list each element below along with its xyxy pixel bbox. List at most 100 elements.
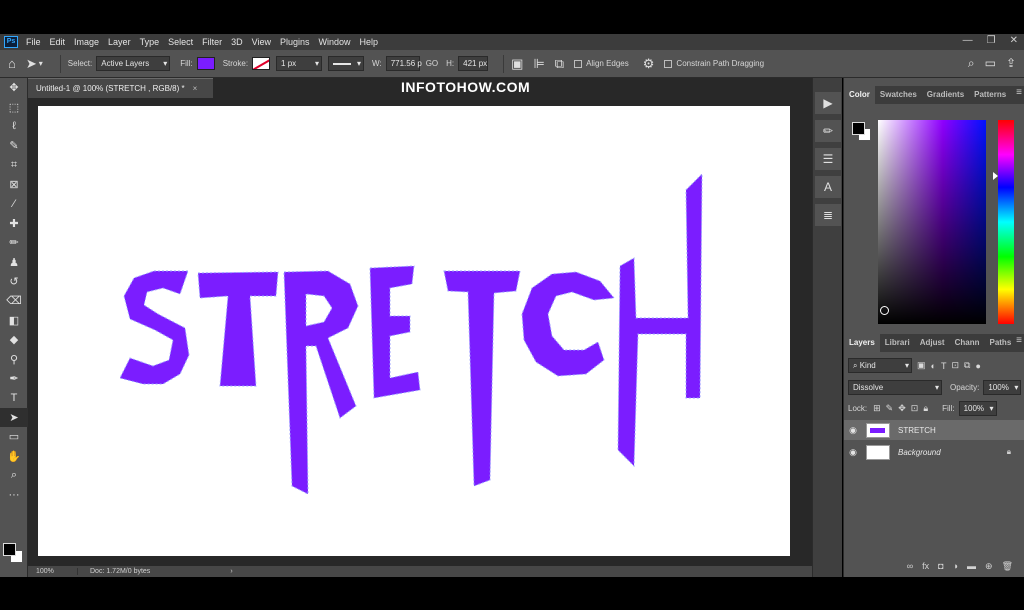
eyedropper-tool-icon[interactable]: ⁄ [0, 194, 28, 213]
chevron-down-icon[interactable]: ▾ [39, 59, 43, 68]
eye-icon[interactable]: ◉ [844, 447, 862, 458]
tab-libraries[interactable]: Librari [880, 334, 915, 352]
close-window-icon[interactable]: ✕ [1010, 35, 1018, 46]
direct-selection-tool-icon[interactable]: ➤ [0, 407, 28, 428]
width-input[interactable]: 771.56 p [385, 56, 422, 71]
tab-channels[interactable]: Chann [950, 334, 985, 352]
healing-brush-tool-icon[interactable]: ✚ [0, 214, 28, 233]
link-layers-icon[interactable]: ∞ [907, 561, 913, 575]
hue-slider-handle[interactable] [993, 172, 998, 180]
share-icon[interactable]: ⇪ [1006, 56, 1016, 71]
blur-tool-icon[interactable]: ◆ [0, 330, 28, 349]
brush-tool-icon[interactable]: ✏ [0, 233, 28, 252]
select-dropdown[interactable]: Active Layers [96, 56, 171, 71]
menu-select[interactable]: Select [168, 37, 193, 47]
restore-icon[interactable]: ❐ [987, 35, 996, 46]
menu-view[interactable]: View [252, 37, 271, 47]
zoom-level[interactable]: 100% [28, 568, 78, 575]
menu-plugins[interactable]: Plugins [280, 37, 310, 47]
home-icon[interactable]: ⌂ [8, 56, 16, 71]
lasso-tool-icon[interactable]: ℓ [0, 117, 28, 136]
status-chevron-icon[interactable]: › [230, 568, 232, 575]
pen-tool-icon[interactable]: ✒ [0, 369, 28, 388]
filter-toggle-icon[interactable]: ● [975, 361, 980, 371]
workspace-icon[interactable]: ▭ [985, 56, 996, 71]
lock-transparent-icon[interactable]: ⊞ [873, 403, 881, 414]
paragraph-settings-icon[interactable]: ≣ [815, 204, 841, 226]
delete-layer-icon[interactable]: 🗑︎ [1002, 561, 1013, 575]
pixel-filter-icon[interactable]: ▣ [917, 360, 926, 371]
tab-swatches[interactable]: Swatches [875, 86, 922, 104]
fill-color-swatch[interactable] [196, 57, 215, 70]
color-panel-menu-icon[interactable]: ≡ [1016, 87, 1022, 98]
menu-file[interactable]: File [26, 37, 41, 47]
document-tab[interactable]: Untitled-1 @ 100% (STRETCH , RGB/8) * × [28, 78, 213, 98]
canvas[interactable] [38, 106, 790, 556]
color-panel-foreground-swatch[interactable] [852, 122, 865, 135]
tab-color[interactable]: Color [844, 86, 875, 104]
quick-select-tool-icon[interactable]: ✎ [0, 136, 28, 155]
new-group-icon[interactable]: ▬ [967, 561, 976, 575]
path-arrangement-icon[interactable]: ⧉ [555, 56, 564, 72]
kind-filter-dropdown[interactable]: ⌕ Kind [848, 358, 912, 373]
height-input[interactable]: 421 px [458, 56, 489, 71]
layer-style-icon[interactable]: fx [922, 561, 929, 575]
layers-panel-menu-icon[interactable]: ≡ [1016, 335, 1022, 346]
eye-icon[interactable]: ◉ [844, 425, 862, 436]
align-edges-checkbox[interactable] [574, 59, 583, 68]
marquee-tool-icon[interactable]: ⬚ [0, 97, 28, 116]
tab-adjustments[interactable]: Adjust [915, 334, 950, 352]
adjustments-icon[interactable]: ☰ [815, 148, 841, 170]
new-adjustment-layer-icon[interactable]: ◑ [953, 561, 958, 575]
eraser-tool-icon[interactable]: ⌫ [0, 291, 28, 310]
constrain-path-checkbox[interactable] [664, 59, 673, 68]
tab-gradients[interactable]: Gradients [922, 86, 969, 104]
path-selection-tool-icon[interactable]: ➤ [26, 56, 37, 72]
lock-all-icon[interactable]: 🔒︎ [923, 403, 928, 414]
opacity-input[interactable]: 100% [983, 380, 1022, 395]
color-field[interactable] [878, 120, 986, 324]
adjustment-filter-icon[interactable]: ◐ [931, 361, 936, 371]
smart-object-filter-icon[interactable]: ⧉ [964, 360, 970, 371]
foreground-color-swatch[interactable] [3, 543, 16, 556]
stroke-type-dropdown[interactable] [328, 56, 365, 71]
type-filter-icon[interactable]: T [941, 361, 947, 371]
menu-3d[interactable]: 3D [231, 37, 243, 47]
tab-layers[interactable]: Layers [844, 334, 880, 352]
lock-image-icon[interactable]: ✎ [886, 403, 894, 414]
dodge-tool-icon[interactable]: ⚲ [0, 349, 28, 368]
move-tool-icon[interactable]: ✥ [0, 78, 28, 97]
type-tool-icon[interactable]: T [0, 388, 28, 407]
search-icon[interactable]: ⌕ [968, 56, 975, 71]
menu-help[interactable]: Help [360, 37, 379, 47]
layer-name[interactable]: Background [898, 448, 941, 457]
clone-stamp-tool-icon[interactable]: ♟ [0, 253, 28, 272]
zoom-tool-icon[interactable]: ⌕ [0, 466, 28, 485]
menu-window[interactable]: Window [319, 37, 351, 47]
stroke-width-dropdown[interactable]: 1 px [276, 56, 323, 71]
rectangle-tool-icon[interactable]: ▭ [0, 427, 28, 446]
crop-tool-icon[interactable]: ⌗ [0, 156, 28, 175]
path-alignment-icon[interactable]: ⊫ [533, 56, 544, 72]
brush-settings-icon[interactable]: ✏ [815, 120, 841, 142]
tab-paths[interactable]: Paths [984, 334, 1016, 352]
add-mask-icon[interactable]: ◘ [938, 561, 943, 575]
gear-icon[interactable]: ⚙ [643, 56, 655, 72]
hand-tool-icon[interactable]: ✋ [0, 446, 28, 465]
color-picker-pointer[interactable] [880, 306, 889, 315]
new-layer-icon[interactable]: ⊕ [985, 561, 993, 575]
layer-row-background[interactable]: ◉ Background 🔒︎ [844, 442, 1024, 462]
menu-layer[interactable]: Layer [108, 37, 131, 47]
more-tools-icon[interactable]: ··· [0, 485, 28, 504]
gradient-tool-icon[interactable]: ◧ [0, 311, 28, 330]
layer-row-stretch[interactable]: ◉ STRETCH [844, 420, 1024, 440]
menu-filter[interactable]: Filter [202, 37, 222, 47]
minimize-icon[interactable]: — [963, 35, 973, 46]
link-dimensions-icon[interactable]: GO [426, 59, 438, 68]
path-operations-icon[interactable]: ▣ [511, 56, 523, 72]
lock-position-icon[interactable]: ✥ [898, 403, 906, 414]
character-icon[interactable]: A [815, 176, 841, 198]
tab-patterns[interactable]: Patterns [969, 86, 1011, 104]
shape-filter-icon[interactable]: ⊡ [951, 360, 959, 371]
close-tab-icon[interactable]: × [193, 84, 198, 93]
